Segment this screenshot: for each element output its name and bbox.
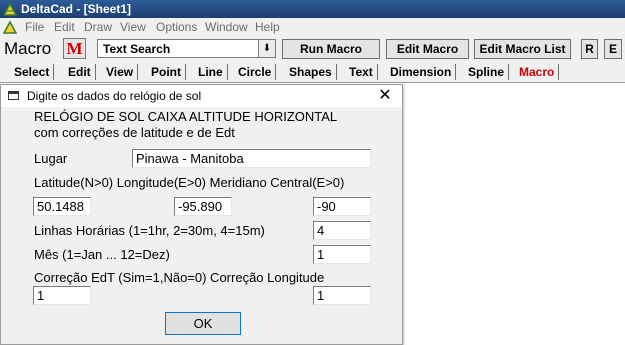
tab-macro[interactable]: Macro <box>515 64 560 80</box>
month-field[interactable]: 1 <box>313 245 371 264</box>
macro-select[interactable]: Text Search ⬇ <box>97 39 276 58</box>
hour-lines-label: Linhas Horárias (1=1hr, 2=30m, 4=15m) <box>34 223 265 238</box>
menu-bar: File Edit Draw View Options Window Help <box>0 18 625 36</box>
tab-line[interactable]: Line <box>194 64 228 80</box>
dropdown-arrow-icon[interactable]: ⬇ <box>258 40 275 57</box>
macro-select-value: Text Search <box>103 42 171 56</box>
mode-tabs: Select Edit View Point Line Circle Shape… <box>0 62 625 83</box>
run-macro-button[interactable]: Run Macro <box>282 39 380 59</box>
menu-options[interactable]: Options <box>156 18 197 36</box>
tab-select[interactable]: Select <box>10 64 55 80</box>
dialog-window-icon <box>8 91 19 100</box>
longitude-field[interactable]: -95.890 <box>174 197 232 216</box>
close-icon[interactable]: ✕ <box>376 86 394 106</box>
tab-text[interactable]: Text <box>345 64 378 80</box>
central-meridian-field[interactable]: -90 <box>313 197 371 216</box>
r-button[interactable]: R <box>581 39 598 59</box>
window-title: DeltaCad - [Sheet1] <box>21 2 132 16</box>
place-field[interactable]: Pinawa - Manitoba <box>132 149 371 168</box>
menu-draw[interactable]: Draw <box>84 18 112 36</box>
menu-edit[interactable]: Edit <box>54 18 75 36</box>
macro-toolbar: Macro M Text Search ⬇ Run Macro Edit Mac… <box>0 36 625 62</box>
dialog-heading: RELÓGIO DE SOL CAIXA ALTITUDE HORIZONTAL <box>34 109 338 124</box>
tab-point[interactable]: Point <box>147 64 186 80</box>
coordinates-label: Latitude(N>0) Longitude(E>0) Meridiano C… <box>34 175 345 190</box>
hour-lines-field[interactable]: 4 <box>313 221 371 240</box>
menu-help[interactable]: Help <box>255 18 280 36</box>
app-titlebar: DeltaCad - [Sheet1] <box>0 0 625 18</box>
menu-window[interactable]: Window <box>205 18 248 36</box>
edit-macro-list-button[interactable]: Edit Macro List <box>474 39 571 59</box>
place-label: Lugar <box>34 151 68 166</box>
tab-dimension[interactable]: Dimension <box>386 64 457 80</box>
dialog-titlebar: Digite os dados do relógio de sol ✕ <box>1 85 402 107</box>
macro-icon-button[interactable]: M <box>63 38 86 59</box>
e-button[interactable]: E <box>604 39 622 59</box>
edt-correction-field[interactable]: 1 <box>33 286 91 305</box>
menu-file[interactable]: File <box>25 18 44 36</box>
tab-spline[interactable]: Spline <box>464 64 510 80</box>
ok-button[interactable]: OK <box>165 312 241 335</box>
longitude-correction-field[interactable]: 1 <box>313 286 371 305</box>
month-label: Mês (1=Jan ... 12=Dez) <box>34 247 170 262</box>
tab-shapes[interactable]: Shapes <box>285 64 337 80</box>
latitude-field[interactable]: 50.1488 <box>33 197 91 216</box>
sundial-input-dialog: Digite os dados do relógio de sol ✕ RELÓ… <box>0 84 403 345</box>
menu-view[interactable]: View <box>120 18 146 36</box>
tab-circle[interactable]: Circle <box>234 64 277 80</box>
dialog-title: Digite os dados do relógio de sol <box>27 89 202 103</box>
dialog-subheading: com correções de latitude e de Edt <box>34 125 235 140</box>
deltacad-icon <box>3 2 17 16</box>
tab-edit[interactable]: Edit <box>64 64 96 80</box>
tab-view[interactable]: View <box>102 64 139 80</box>
edit-macro-button[interactable]: Edit Macro <box>386 39 469 59</box>
mode-label: Macro <box>4 39 52 58</box>
document-icon <box>3 20 17 34</box>
correction-label: Correção EdT (Sim=1,Não=0) Correção Long… <box>34 270 325 285</box>
